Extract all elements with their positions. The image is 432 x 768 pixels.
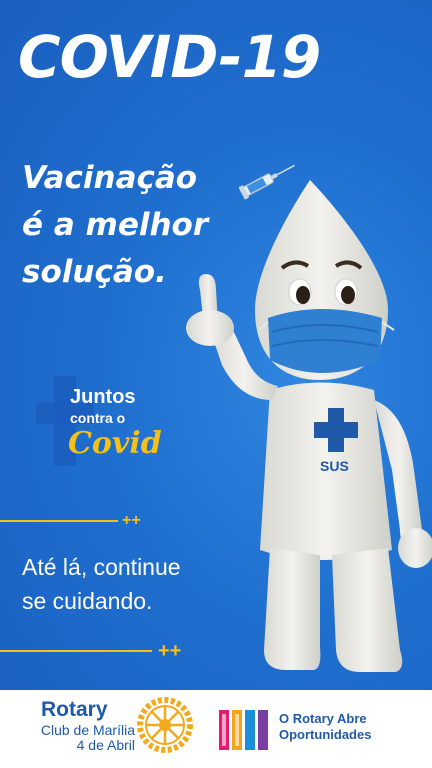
poster-title: COVID-19	[18, 23, 321, 91]
campaign-line3: Covid	[68, 426, 162, 461]
tagline-line: Oportunidades	[279, 727, 372, 742]
decor-plus: ++	[122, 512, 141, 529]
sus-label: SUS	[320, 458, 349, 474]
club-line: 4 de Abril	[76, 737, 135, 753]
rotary-brand: Rotary	[41, 698, 108, 721]
subtext: Até lá, continue se cuidando.	[22, 550, 252, 618]
campaign-line2: contra o	[70, 410, 126, 426]
divider-line	[0, 650, 152, 652]
tagline: O Rotary Abre Oportunidades	[279, 711, 371, 743]
subtext-line: Até lá, continue	[22, 554, 181, 580]
divider-line	[0, 520, 118, 522]
open-doors-icon	[219, 710, 268, 750]
decor-plus: ++	[158, 640, 182, 662]
subtext-line: se cuidando.	[22, 588, 153, 614]
tagline-line: O Rotary Abre	[279, 711, 367, 726]
footer: Rotary Club de Marília 4 de Abril O Rota…	[0, 690, 432, 768]
rotary-wheel-icon	[137, 697, 193, 753]
campaign-line1: Juntos	[70, 386, 136, 408]
poster: COVID-19 Vacinação é a melhor solução. S…	[0, 0, 432, 690]
club-line: Club de Marília	[40, 722, 135, 738]
campaign-badge: Juntos contra o Covid	[30, 372, 180, 472]
club-name: Club de Marília 4 de Abril	[10, 723, 135, 753]
